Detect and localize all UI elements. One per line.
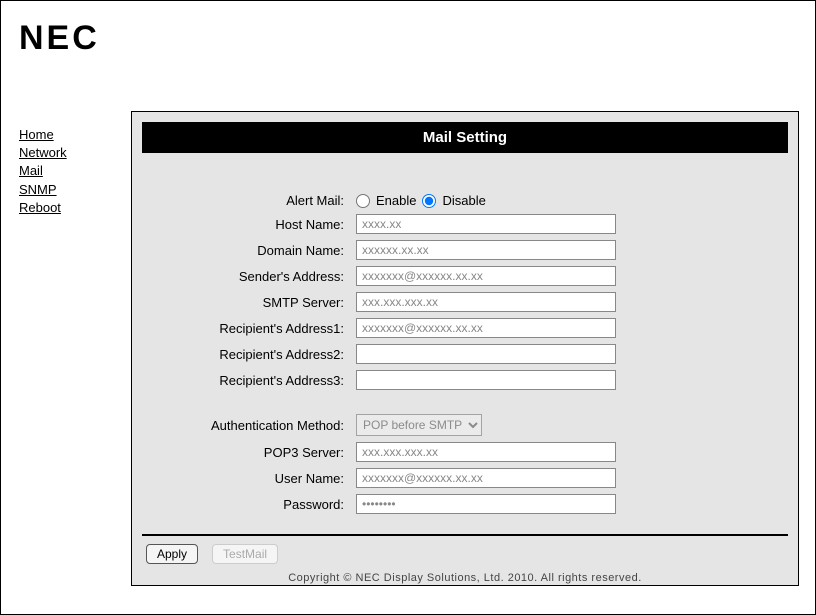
brand-logo: NEC xyxy=(19,19,100,58)
sidebar-item-network[interactable]: Network xyxy=(19,144,67,162)
sidebar-item-home[interactable]: Home xyxy=(19,126,67,144)
divider xyxy=(142,534,788,536)
recipient1-label: Recipient's Address1: xyxy=(164,321,344,336)
recipient2-label: Recipient's Address2: xyxy=(164,347,344,362)
alert-mail-label: Alert Mail: xyxy=(164,193,344,208)
main-panel: Mail Setting Alert Mail: Enable Disable … xyxy=(131,111,799,586)
auth-method-label: Authentication Method: xyxy=(164,418,344,433)
user-name-input[interactable] xyxy=(356,468,616,488)
page-title: Mail Setting xyxy=(142,122,788,153)
testmail-button[interactable]: TestMail xyxy=(212,544,278,564)
password-label: Password: xyxy=(164,497,344,512)
alert-mail-enable-text: Enable xyxy=(376,193,416,208)
sidebar-nav: Home Network Mail SNMP Reboot xyxy=(19,126,67,217)
sender-address-input[interactable] xyxy=(356,266,616,286)
pop3-server-label: POP3 Server: xyxy=(164,445,344,460)
user-name-label: User Name: xyxy=(164,471,344,486)
pop3-server-input[interactable] xyxy=(356,442,616,462)
host-name-label: Host Name: xyxy=(164,217,344,232)
domain-name-label: Domain Name: xyxy=(164,243,344,258)
recipient3-input[interactable] xyxy=(356,370,616,390)
form-area: Alert Mail: Enable Disable Host Name: Do… xyxy=(142,193,788,514)
sidebar-item-mail[interactable]: Mail xyxy=(19,162,67,180)
sidebar-item-reboot[interactable]: Reboot xyxy=(19,199,67,217)
alert-mail-enable-radio[interactable] xyxy=(356,194,370,208)
recipient1-input[interactable] xyxy=(356,318,616,338)
sender-address-label: Sender's Address: xyxy=(164,269,344,284)
recipient3-label: Recipient's Address3: xyxy=(164,373,344,388)
smtp-server-input[interactable] xyxy=(356,292,616,312)
domain-name-input[interactable] xyxy=(356,240,616,260)
alert-mail-disable-text: Disable xyxy=(442,193,485,208)
apply-button[interactable]: Apply xyxy=(146,544,198,564)
alert-mail-disable-radio[interactable] xyxy=(422,194,436,208)
host-name-input[interactable] xyxy=(356,214,616,234)
auth-method-select[interactable]: POP before SMTP xyxy=(356,414,482,436)
smtp-server-label: SMTP Server: xyxy=(164,295,344,310)
copyright-text: Copyright © NEC Display Solutions, Ltd. … xyxy=(142,572,788,584)
password-input[interactable] xyxy=(356,494,616,514)
sidebar-item-snmp[interactable]: SNMP xyxy=(19,181,67,199)
recipient2-input[interactable] xyxy=(356,344,616,364)
